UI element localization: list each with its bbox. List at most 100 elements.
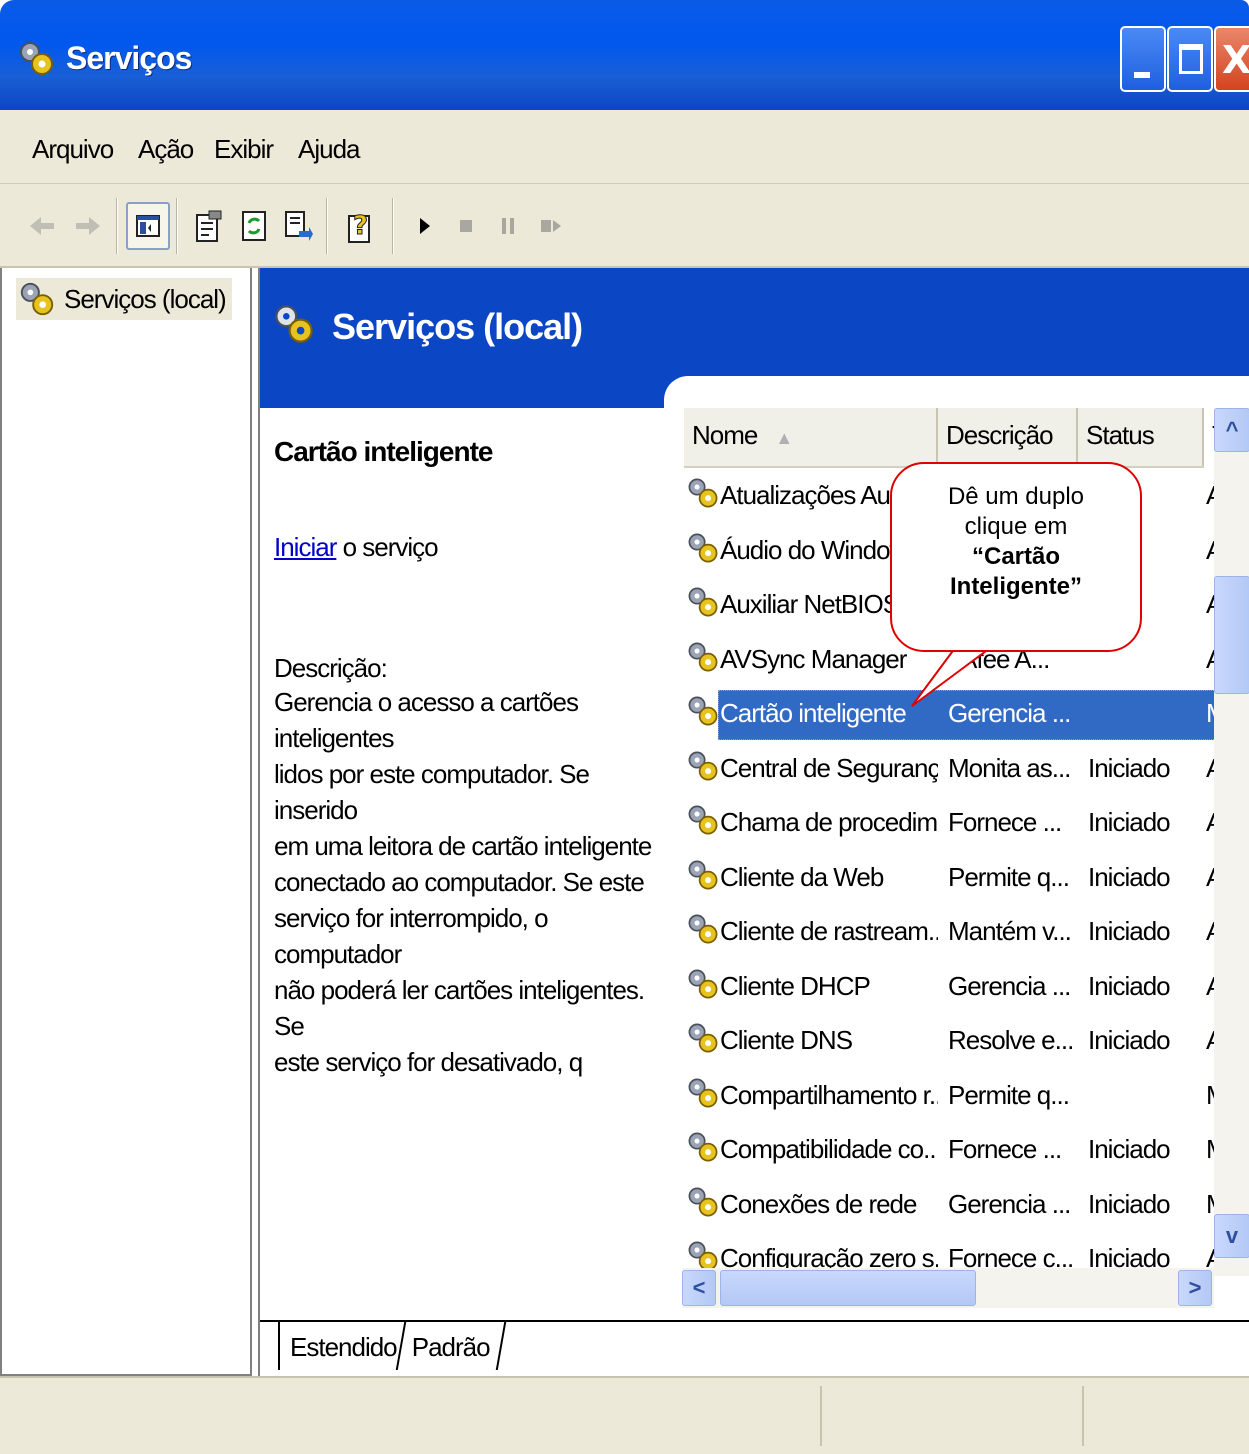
title-bar[interactable]: Serviços X xyxy=(0,0,1249,110)
cell-startup-type: M xyxy=(1206,698,1214,729)
toolbar: ? xyxy=(0,184,1249,268)
export-list-icon xyxy=(285,211,313,241)
minimize-button[interactable] xyxy=(1120,26,1166,92)
forward-arrow-icon xyxy=(76,217,100,235)
table-row[interactable]: Cartão inteligente Gerencia ... M xyxy=(682,688,1214,742)
service-gear-icon xyxy=(688,696,718,726)
cell-status: Iniciado xyxy=(1088,752,1171,783)
service-gear-icon xyxy=(688,914,718,944)
stop-service-button[interactable] xyxy=(444,202,488,250)
vertical-scroll-thumb[interactable] xyxy=(1214,576,1249,694)
table-row[interactable]: Conexões de rede Gerencia ... Iniciado M xyxy=(682,1179,1214,1233)
forward-button[interactable] xyxy=(66,202,110,250)
horizontal-scrollbar[interactable]: < > xyxy=(682,1268,1214,1308)
column-header-status[interactable]: Status xyxy=(1078,408,1204,466)
service-name: Cartão inteligente xyxy=(274,436,493,467)
maximize-icon xyxy=(1179,44,1203,74)
menu-arquivo[interactable]: Arquivo xyxy=(32,134,114,165)
service-gear-icon xyxy=(688,478,718,508)
service-gear-icon xyxy=(688,1132,718,1162)
table-row[interactable]: Compartilhamento r... Permite q... M xyxy=(682,1070,1214,1124)
window-title: Serviços xyxy=(66,40,192,76)
service-description-area: Cartão inteligente Iniciar o serviço Des… xyxy=(274,424,674,1080)
cell-startup-type: A xyxy=(1206,589,1214,620)
pane-title: Serviços (local) xyxy=(332,306,583,347)
tab-padrao[interactable]: Padrão xyxy=(395,1322,507,1370)
table-row[interactable]: Cliente de rastream... Mantém v... Iniciad… xyxy=(682,906,1214,960)
service-gear-icon xyxy=(688,587,718,617)
export-list-button[interactable] xyxy=(276,202,320,250)
start-service-suffix: o serviço xyxy=(336,532,439,562)
cell-startup-type: A xyxy=(1206,916,1214,947)
service-gear-icon xyxy=(688,751,718,780)
close-icon: X xyxy=(1222,38,1249,82)
toolbar-separator xyxy=(176,198,178,254)
chevron-up-icon: ^ xyxy=(1225,417,1239,442)
restart-service-button[interactable] xyxy=(530,202,574,250)
back-button[interactable] xyxy=(20,202,64,250)
description-line: conectado ao computador. Se este xyxy=(274,867,645,897)
cell-startup-type: M xyxy=(1206,1080,1214,1111)
column-header-label: Nome xyxy=(692,420,758,450)
vertical-scrollbar[interactable]: ^ xyxy=(1214,408,1249,1276)
cell-description: Monita as... xyxy=(948,752,1071,783)
show-hide-tree-button[interactable] xyxy=(126,202,170,250)
table-row[interactable]: Cliente da Web Permite q... Iniciado A xyxy=(682,852,1214,906)
properties-button[interactable] xyxy=(186,202,230,250)
column-header-description[interactable]: Descrição xyxy=(938,408,1078,466)
callout-line: “Cartão xyxy=(971,543,1061,570)
service-gear-icon xyxy=(688,1078,718,1107)
menu-acao[interactable]: Ação xyxy=(138,134,194,165)
pause-icon xyxy=(502,218,514,234)
toolbar-separator xyxy=(326,198,328,254)
cell-status: Iniciado xyxy=(1088,861,1171,892)
table-row[interactable]: Compatibilidade co... Fornece ... Iniciado… xyxy=(682,1124,1214,1178)
table-row[interactable]: Cliente DHCP Gerencia ... Iniciado A xyxy=(682,961,1214,1015)
tab-estendido[interactable]: Estendido xyxy=(278,1322,407,1370)
chevron-down-icon: v xyxy=(1225,1223,1239,1248)
close-button[interactable]: X xyxy=(1214,26,1249,92)
status-segment xyxy=(820,1386,822,1446)
cell-status: Iniciado xyxy=(1088,1025,1171,1055)
instruction-callout: Dê um duplo clique em “Cartão Inteligent… xyxy=(890,462,1142,652)
service-gear-icon xyxy=(688,860,718,889)
tree-item-services-local[interactable]: Serviços (local) xyxy=(16,278,232,320)
services-gear-icon xyxy=(275,305,313,343)
table-row[interactable]: Central de Segurança Monita as... Iniciado… xyxy=(682,743,1214,797)
refresh-button[interactable] xyxy=(232,202,276,250)
cell-name: Compartilhamento r... xyxy=(720,1079,938,1110)
description-line: lidos por este computador. Se inserido xyxy=(274,759,590,825)
start-service-button[interactable] xyxy=(402,202,446,250)
cell-description: Gerencia ... xyxy=(948,1188,1071,1219)
table-row[interactable]: Chama de procedim... Fornece ... Iniciado A xyxy=(682,797,1214,851)
cell-startup-type: A xyxy=(1206,971,1214,1002)
scroll-down-button[interactable]: v xyxy=(1214,1214,1249,1258)
properties-icon xyxy=(196,210,222,242)
restart-icon xyxy=(541,220,561,232)
menu-ajuda[interactable]: Ajuda xyxy=(298,134,360,165)
toolbar-separator xyxy=(116,198,118,254)
services-gear-icon xyxy=(20,282,54,316)
menu-exibir[interactable]: Exibir xyxy=(214,134,274,165)
cell-startup-type: A xyxy=(1206,644,1214,675)
description-line: não poderá ler cartões inteligentes. Se xyxy=(274,975,645,1041)
horizontal-scroll-thumb[interactable] xyxy=(720,1270,976,1306)
details-pane: Serviços (local) Cartão inteligente Inic… xyxy=(258,268,1249,1376)
scroll-right-button[interactable]: > xyxy=(1178,1270,1212,1306)
column-header-name[interactable]: Nome ▲ xyxy=(684,408,938,466)
cell-description: Gerencia ... xyxy=(948,970,1071,1001)
help-button[interactable]: ? xyxy=(338,202,382,250)
scroll-up-button[interactable]: ^ xyxy=(1214,408,1249,452)
svg-text:?: ? xyxy=(353,211,368,241)
tree-item-label: Serviços (local) xyxy=(64,283,227,314)
column-header-label: Descrição xyxy=(946,420,1054,450)
cell-startup-type: A xyxy=(1206,1025,1214,1056)
table-row[interactable]: Cliente DNS Resolve e... Iniciado A xyxy=(682,1015,1214,1069)
pause-service-button[interactable] xyxy=(486,202,530,250)
scroll-left-button[interactable]: < xyxy=(682,1270,716,1306)
start-service-link[interactable]: Iniciar xyxy=(274,532,337,562)
maximize-button[interactable] xyxy=(1167,26,1213,92)
description-line: Gerencia o acesso a cartões inteligentes xyxy=(274,687,579,753)
status-segment xyxy=(1082,1386,1084,1446)
cell-name: Chama de procedim... xyxy=(720,807,938,837)
